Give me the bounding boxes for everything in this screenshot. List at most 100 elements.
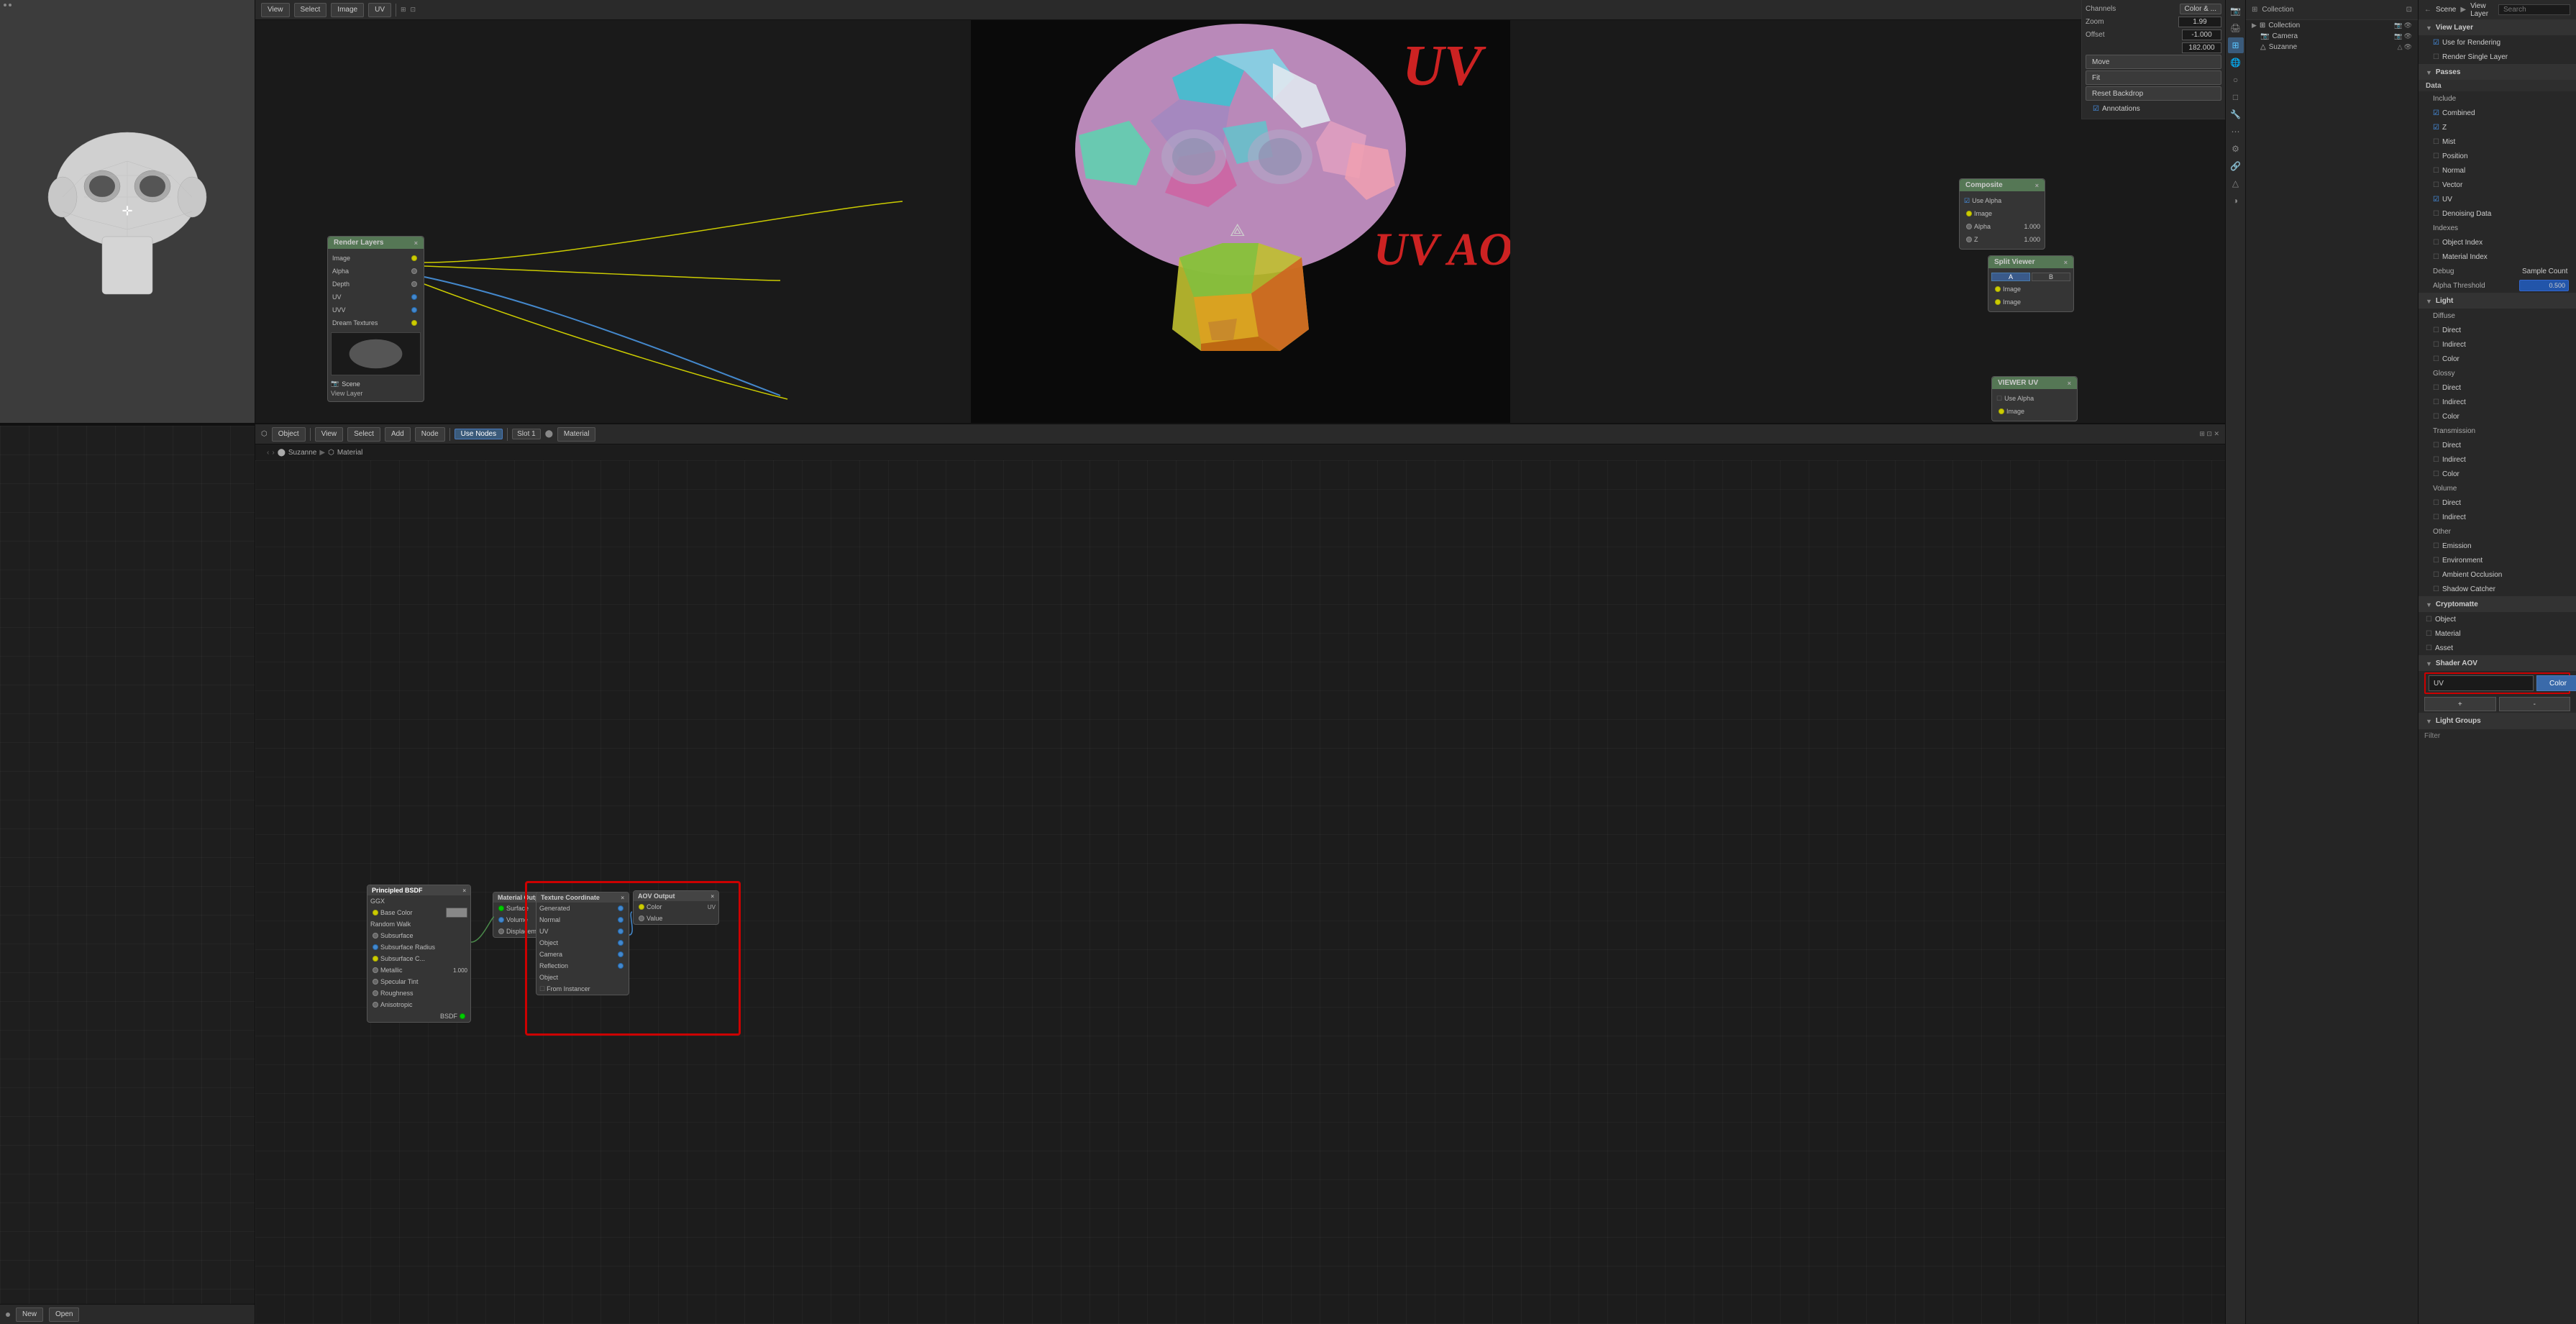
suzanne-name[interactable]: Suzanne: [2269, 43, 2297, 51]
shader-node-btn[interactable]: Node: [415, 427, 445, 442]
move-button[interactable]: Move: [2086, 55, 2221, 69]
use-nodes-button[interactable]: Use Nodes: [455, 429, 503, 439]
shader-add-btn[interactable]: Add: [385, 427, 411, 442]
vol-indirect-check[interactable]: [2433, 513, 2439, 521]
physics-icon[interactable]: ⚙: [2228, 141, 2244, 157]
render-icon[interactable]: 📷: [2228, 3, 2244, 19]
shader-select-btn[interactable]: Select: [347, 427, 380, 442]
aov-close[interactable]: ×: [711, 893, 714, 900]
render-layers-node[interactable]: Render Layers × Image Alpha Depth: [327, 236, 424, 402]
trans-direct-check[interactable]: [2433, 442, 2439, 449]
mist-check[interactable]: [2433, 138, 2439, 146]
view-layer-icon active[interactable]: ⊞: [2228, 37, 2244, 53]
modifiers-icon[interactable]: 🔧: [2228, 106, 2244, 122]
scene-icon[interactable]: 🌐: [2228, 55, 2244, 70]
uv-editor[interactable]: View Select Image UV ⊞ ⊡: [255, 0, 2225, 424]
composite-close[interactable]: ×: [2035, 182, 2039, 189]
shader-aov-header[interactable]: ▼ Shader AOV: [2419, 656, 2576, 671]
constraints-icon[interactable]: 🔗: [2228, 158, 2244, 174]
tc-instancer-check[interactable]: [539, 985, 545, 993]
fit-button[interactable]: Fit: [2086, 70, 2221, 85]
viewer-uv-close[interactable]: ×: [2068, 380, 2071, 387]
reset-backdrop-button[interactable]: Reset Backdrop: [2086, 86, 2221, 101]
texture-coord-close[interactable]: ×: [621, 895, 624, 901]
render-layers-close[interactable]: ×: [414, 239, 418, 247]
material-btn[interactable]: Material: [557, 427, 596, 442]
split-b-btn[interactable]: B: [2032, 273, 2070, 281]
aov-remove-btn[interactable]: -: [2499, 697, 2571, 711]
offset-x-field[interactable]: [2182, 29, 2221, 40]
ambient-occ-check[interactable]: [2433, 571, 2439, 579]
position-check[interactable]: [2433, 152, 2439, 160]
output-icon[interactable]: 🖨: [2228, 20, 2244, 36]
crypto-asset-check[interactable]: [2426, 644, 2432, 652]
object-icon[interactable]: □: [2228, 89, 2244, 105]
principled-bsdf-node[interactable]: Principled BSDF × GGX Base Color: [367, 885, 471, 1023]
use-rendering-check[interactable]: [2433, 39, 2439, 47]
filter-icon[interactable]: ⊡: [2406, 6, 2412, 14]
data-icon[interactable]: △: [2228, 175, 2244, 191]
diffuse-color-check[interactable]: [2433, 355, 2439, 363]
vector-check[interactable]: [2433, 181, 2439, 189]
3d-viewport[interactable]: ✛: [0, 0, 255, 424]
normal-check[interactable]: [2433, 167, 2439, 175]
color-alpha-indicator[interactable]: Color & ...: [2180, 4, 2221, 14]
z-check[interactable]: [2433, 124, 2439, 132]
crypto-material-check[interactable]: [2426, 630, 2432, 638]
aov-name-field[interactable]: [2429, 675, 2534, 691]
trans-indirect-check[interactable]: [2433, 456, 2439, 464]
trans-color-check[interactable]: [2433, 470, 2439, 478]
uv-passes-check[interactable]: [2433, 196, 2439, 204]
view-layer-section-header[interactable]: ▼ View Layer: [2419, 20, 2576, 35]
denoising-check[interactable]: [2433, 210, 2439, 218]
glossy-direct-check[interactable]: [2433, 384, 2439, 392]
open-button[interactable]: Open: [49, 1307, 79, 1322]
pb-base-swatch[interactable]: [446, 908, 467, 918]
back-btn[interactable]: ←: [2424, 6, 2431, 14]
viewer-uv-alpha-check[interactable]: [1996, 395, 2002, 403]
composite-alpha-check[interactable]: [1964, 197, 1970, 205]
principled-close[interactable]: ×: [462, 887, 466, 894]
shader-editor-left[interactable]: New Open: [0, 424, 255, 1324]
render-single-check[interactable]: [2433, 53, 2439, 61]
split-viewer-node[interactable]: Split Viewer × A B Image Image: [1988, 255, 2074, 312]
aov-add-btn[interactable]: +: [2424, 697, 2496, 711]
alpha-threshold-bar[interactable]: 0.500: [2519, 280, 2569, 291]
split-a-btn[interactable]: A: [1991, 273, 2030, 281]
annotations-checkbox[interactable]: [2093, 105, 2099, 113]
glossy-color-check[interactable]: [2433, 413, 2439, 421]
texture-coord-node[interactable]: Texture Coordinate × Generated Normal: [536, 892, 629, 995]
slot-indicator[interactable]: Slot 1: [512, 429, 541, 439]
new-button[interactable]: New: [16, 1307, 43, 1322]
collection-expand[interactable]: ▶: [2252, 22, 2257, 29]
shader-object-btn[interactable]: Object: [272, 427, 306, 442]
diffuse-indirect-check[interactable]: [2433, 341, 2439, 349]
world-icon[interactable]: ○: [2228, 72, 2244, 88]
combined-check[interactable]: [2433, 109, 2439, 117]
camera-name[interactable]: Camera: [2272, 32, 2298, 40]
material-prop-icon[interactable]: ◑: [2228, 193, 2244, 209]
diffuse-direct-check[interactable]: [2433, 327, 2439, 334]
passes-section-header[interactable]: ▼ Passes: [2419, 65, 2576, 80]
glossy-indirect-check[interactable]: [2433, 398, 2439, 406]
aov-output-node[interactable]: AOV Output × Color UV Value: [633, 890, 719, 925]
crypto-object-check[interactable]: [2426, 616, 2432, 624]
properties-search[interactable]: [2498, 4, 2570, 15]
split-viewer-close[interactable]: ×: [2064, 259, 2068, 266]
shader-view-btn[interactable]: View: [315, 427, 344, 442]
cryptomatte-header[interactable]: ▼ Cryptomatte: [2419, 597, 2576, 612]
light-section-header[interactable]: ▼ Light: [2419, 293, 2576, 309]
shadow-catcher-check[interactable]: [2433, 585, 2439, 593]
environment-check[interactable]: [2433, 557, 2439, 565]
object-index-check[interactable]: [2433, 239, 2439, 247]
composite-node[interactable]: Composite × Use Alpha Image Alpha: [1959, 178, 2045, 250]
vol-direct-check[interactable]: [2433, 499, 2439, 507]
particles-icon[interactable]: ⋯: [2228, 124, 2244, 140]
offset-y-field[interactable]: [2182, 42, 2221, 53]
aov-type-field[interactable]: [2536, 675, 2576, 691]
shader-node-editor[interactable]: ⬡ Object View Select Add Node Use Nodes …: [255, 424, 2225, 1324]
emission-check[interactable]: [2433, 542, 2439, 550]
light-groups-header[interactable]: ▼ Light Groups: [2419, 713, 2576, 729]
material-index-check[interactable]: [2433, 253, 2439, 261]
viewer-uv-node[interactable]: VIEWER UV × Use Alpha Image: [1991, 376, 2078, 421]
